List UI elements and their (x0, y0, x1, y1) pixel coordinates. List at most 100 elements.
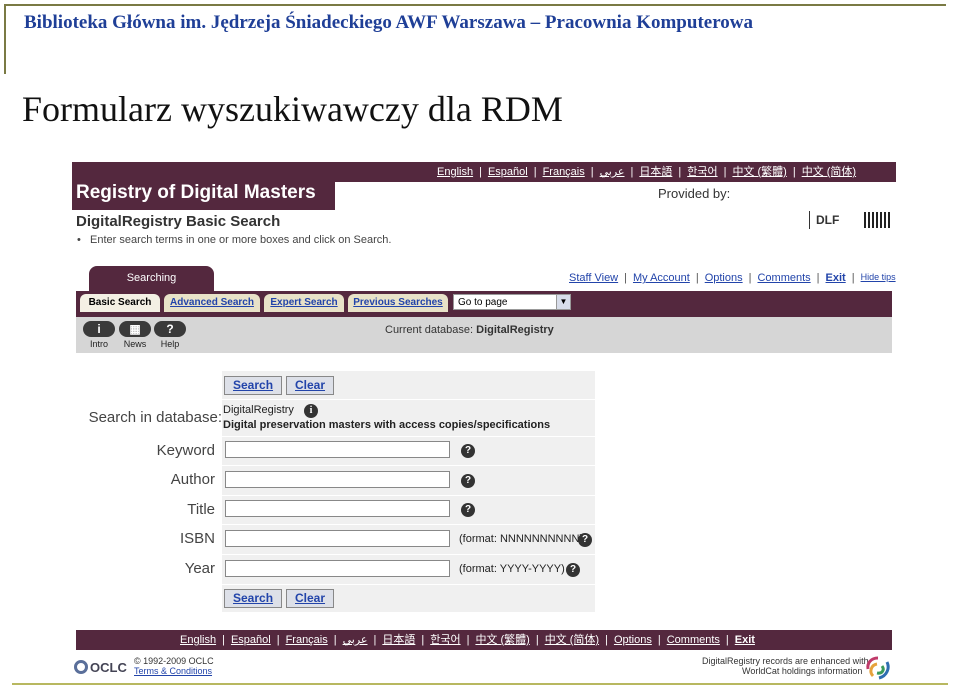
tab-basic-search[interactable]: Basic Search (80, 294, 160, 312)
search-tabbar: Basic Search Advanced Search Expert Sear… (76, 291, 892, 317)
isbn-label: ISBN (179, 530, 215, 547)
database-description: Digital preservation masters with access… (223, 419, 551, 431)
keyword-label: Keyword (156, 442, 215, 459)
intro-label: Intro (89, 339, 108, 349)
exit-link[interactable]: Exit (826, 272, 846, 284)
dlf-logo: DLF (809, 211, 862, 229)
hide-tips-link[interactable]: Hide tips (861, 272, 896, 284)
row-divider (222, 436, 595, 437)
footer-francais-link[interactable]: Français (286, 630, 328, 650)
tab-expert-search[interactable]: Expert Search (264, 294, 344, 312)
terms-link[interactable]: Terms & Conditions (134, 666, 212, 676)
oclc-circle-icon (74, 660, 88, 674)
registry-title: Registry of Digital Masters (72, 162, 335, 210)
lang-espanol-link[interactable]: Español (488, 162, 528, 182)
title-help-icon[interactable]: ? (461, 503, 475, 517)
news-button[interactable]: ▦ News (118, 321, 152, 353)
options-link[interactable]: Options (705, 272, 743, 284)
row-divider (222, 399, 595, 400)
lang-japanese-link[interactable]: 日本語 (639, 162, 672, 182)
footer-espanol-link[interactable]: Español (231, 630, 271, 650)
help-button[interactable]: ? Help (153, 321, 187, 353)
current-database-value: DigitalRegistry (476, 324, 554, 336)
footer-links: English | Español | Français | عربي | 日本語 | 한… (180, 630, 755, 650)
lang-arabic-link[interactable]: عربي (600, 162, 625, 182)
database-info-icon[interactable]: i (304, 404, 318, 418)
page-subtitle: DigitalRegistry Basic Search (76, 213, 281, 230)
oclc-logo-text: OCLC (90, 660, 127, 675)
clear-button-top[interactable]: Clear (286, 376, 335, 395)
comments-link[interactable]: Comments (757, 272, 810, 284)
keyword-help-icon[interactable]: ? (461, 444, 475, 458)
row-divider (222, 495, 595, 496)
news-icon: ▦ (119, 321, 151, 337)
row-divider (222, 465, 595, 466)
lang-korean-link[interactable]: 한국어 (687, 162, 717, 182)
year-input[interactable] (225, 560, 450, 577)
title-input[interactable] (225, 500, 450, 517)
current-database: Current database: DigitalRegistry (385, 324, 554, 336)
news-label: News (123, 339, 147, 349)
year-label: Year (184, 560, 215, 577)
header-vertical-rule (4, 4, 6, 74)
year-format-hint: (format: YYYY-YYYY) (459, 563, 565, 575)
footer-arabic-link[interactable]: عربي (343, 630, 368, 650)
isbn-help-icon[interactable]: ? (578, 533, 592, 547)
isbn-format-hint: (format: NNNNNNNNNN) (459, 533, 584, 545)
title-label: Title (187, 501, 215, 518)
tab-advanced-search[interactable]: Advanced Search (164, 294, 260, 312)
footer-options-link[interactable]: Options (614, 630, 652, 650)
tab-searching[interactable]: Searching (89, 266, 214, 291)
row-divider (222, 584, 595, 585)
footer-chinese-trad-link[interactable]: 中文 (繁體) (475, 630, 529, 650)
goto-page-select[interactable]: Go to page ▼ (453, 294, 571, 310)
row-divider (222, 524, 595, 525)
lang-english-link[interactable]: English (437, 162, 473, 182)
isbn-input[interactable] (225, 530, 450, 547)
footer-chinese-simp-link[interactable]: 中文 (简体) (545, 630, 599, 650)
keyword-input[interactable] (225, 441, 450, 458)
current-database-label: Current database: (385, 324, 474, 336)
help-text-label: Enter search terms in one or more boxes … (90, 234, 392, 246)
info-icon: i (83, 321, 115, 337)
tab-previous-searches[interactable]: Previous Searches (348, 294, 448, 312)
slide-title: Formularz wyszukiwawczy dla RDM (22, 89, 563, 129)
slide-footer-rule (12, 683, 948, 685)
author-help-icon[interactable]: ? (461, 474, 475, 488)
header-horizontal-rule (4, 4, 946, 6)
provided-by-label: Provided by: (658, 186, 731, 201)
lang-francais-link[interactable]: Français (543, 162, 585, 182)
worldcat-note-line2: WorldCat holdings information (742, 666, 863, 676)
copyright-text: © 1992-2009 OCLC (134, 656, 214, 666)
footer-english-link[interactable]: English (180, 630, 216, 650)
help-label: Help (160, 339, 180, 349)
database-name: DigitalRegistry (223, 404, 294, 416)
footer-korean-link[interactable]: 한국어 (430, 630, 460, 650)
chevron-down-icon: ▼ (556, 295, 570, 309)
author-label: Author (170, 471, 215, 488)
clear-button-bottom[interactable]: Clear (286, 589, 335, 608)
row-divider (222, 554, 595, 555)
my-account-link[interactable]: My Account (633, 272, 690, 284)
staff-view-link[interactable]: Staff View (569, 272, 618, 284)
slide-header: Biblioteka Główna im. Jędrzeja Śniadecki… (0, 0, 960, 75)
search-button-bottom[interactable]: Search (224, 589, 283, 608)
author-input[interactable] (225, 471, 450, 488)
worldcat-logo-icon (866, 656, 890, 680)
clir-logo (864, 212, 890, 228)
lang-chinese-simp-link[interactable]: 中文 (简体) (802, 162, 856, 182)
lang-chinese-trad-link[interactable]: 中文 (繁體) (732, 162, 786, 182)
intro-button[interactable]: i Intro (82, 321, 116, 353)
oclc-logo: OCLC (74, 660, 130, 678)
slide-header-text: Biblioteka Główna im. Jędrzeja Śniadecki… (24, 12, 754, 33)
screenshot: Registry of Digital Masters English | Esp… (72, 160, 896, 682)
help-text: • Enter search terms in one or more boxe… (77, 234, 392, 246)
search-button-top[interactable]: Search (224, 376, 283, 395)
year-help-icon[interactable]: ? (566, 563, 580, 577)
footer-exit-link[interactable]: Exit (735, 630, 755, 650)
worldcat-note-line1: DigitalRegistry records are enhanced wit… (702, 656, 869, 666)
footer-japanese-link[interactable]: 日本語 (382, 630, 415, 650)
help-icon: ? (154, 321, 186, 337)
footer-comments-link[interactable]: Comments (667, 630, 720, 650)
user-links: Staff View | My Account | Options | Comment… (569, 272, 896, 284)
